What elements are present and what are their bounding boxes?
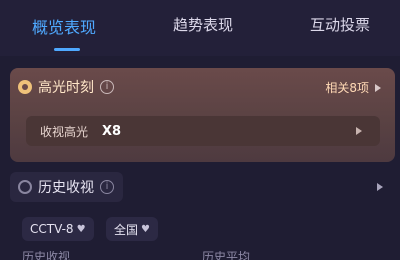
related-label: 相关8项 xyxy=(325,81,369,95)
highlight-row[interactable]: 收视高光 X8 xyxy=(26,116,380,146)
dropdown-icon: ♥ xyxy=(141,223,150,235)
channel-filter[interactable]: CCTV-8 ♥ xyxy=(22,217,94,241)
highlight-header: 高光时刻 i xyxy=(18,77,114,97)
highlight-title: 高光时刻 xyxy=(38,80,94,96)
highlight-card: 高光时刻 i 相关8项 收视高光 X8 xyxy=(10,68,395,162)
history-icon xyxy=(18,180,32,194)
history-title: 历史收视 xyxy=(38,180,94,196)
tab-bar: 概览表现 趋势表现 互动投票 xyxy=(0,0,400,56)
highlight-row-value: X8 xyxy=(102,123,122,139)
badge-icon xyxy=(18,80,32,94)
related-link[interactable]: 相关8项 xyxy=(325,79,381,96)
highlight-row-label: 收视高光 xyxy=(40,124,89,139)
tab-trend[interactable]: 趋势表现 xyxy=(173,14,233,35)
info-icon[interactable]: i xyxy=(100,180,114,194)
info-icon[interactable]: i xyxy=(100,80,114,94)
tab-vote[interactable]: 互动投票 xyxy=(310,14,370,35)
history-label-2: 历史平均 xyxy=(202,251,251,260)
active-tab-indicator xyxy=(54,48,80,51)
dropdown-icon: ♥ xyxy=(76,223,86,235)
history-header: 历史收视 i xyxy=(10,172,123,202)
region-filter-label: 全国 xyxy=(114,222,139,237)
region-filter[interactable]: 全国 ♥ xyxy=(106,217,158,241)
channel-filter-label: CCTV-8 xyxy=(30,222,74,236)
tab-overview[interactable]: 概览表现 xyxy=(32,14,96,38)
arrow-right-icon xyxy=(356,127,362,135)
arrow-right-icon xyxy=(375,83,381,92)
history-labels: 历史收视 历史平均 xyxy=(0,251,400,260)
history-label-1: 历史收视 xyxy=(22,251,71,260)
history-arrow-icon[interactable] xyxy=(377,183,383,191)
